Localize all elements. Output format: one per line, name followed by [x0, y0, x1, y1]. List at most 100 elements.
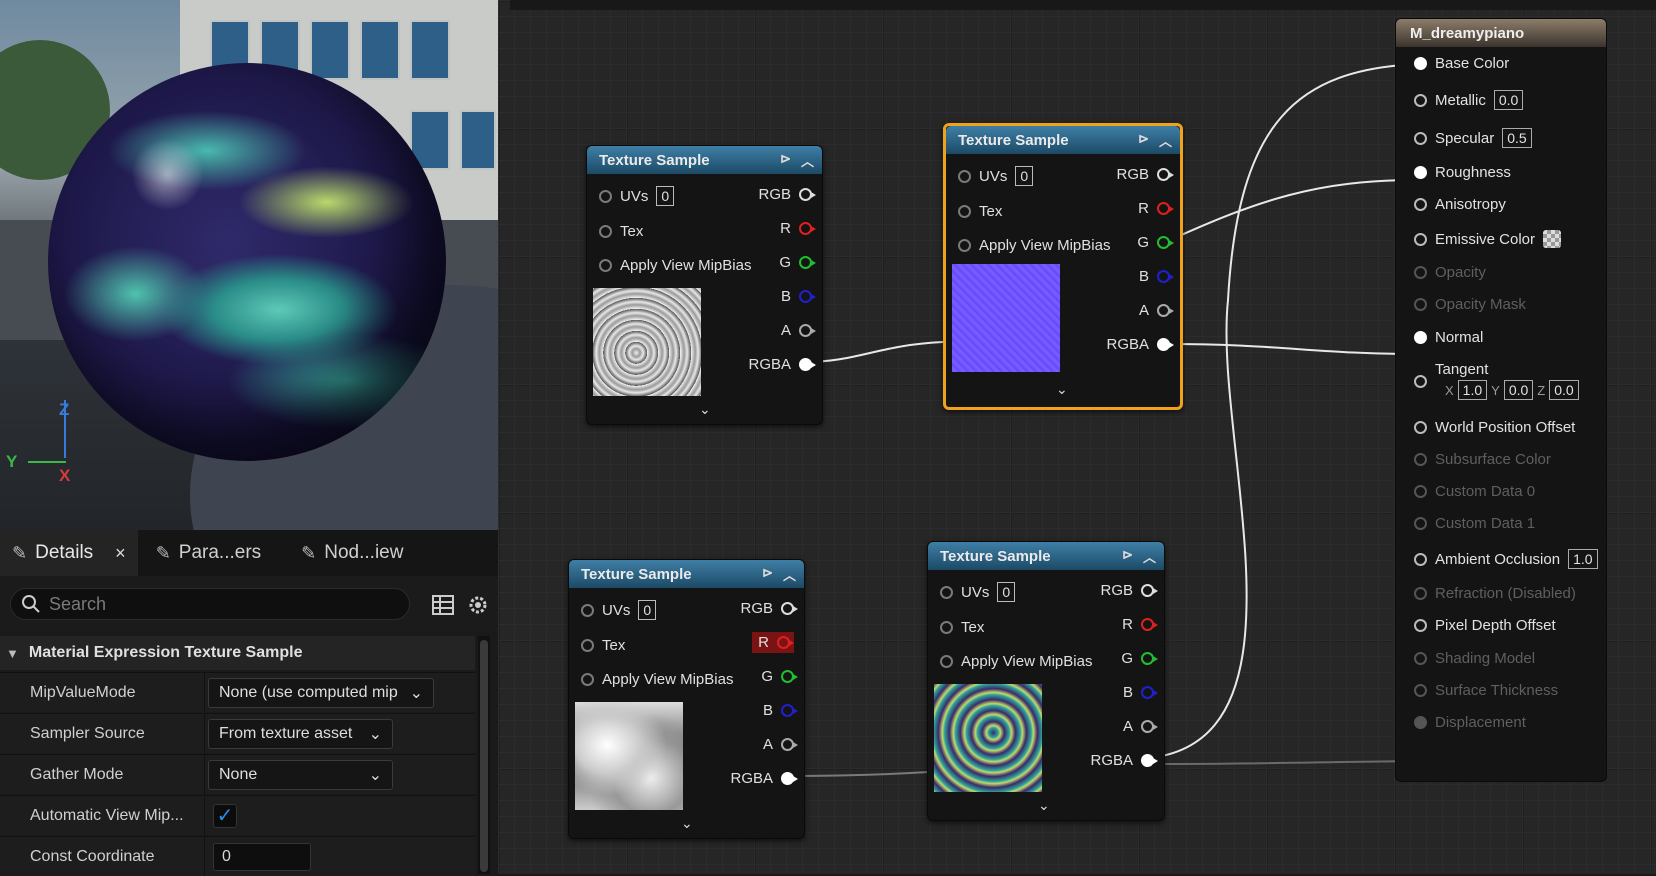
- automatic-view-mip-checkbox[interactable]: ✓: [213, 803, 237, 828]
- collapse-icon[interactable]: ︿: [1159, 131, 1172, 150]
- b-output-pin[interactable]: B: [781, 288, 816, 305]
- normal-input[interactable]: Normal: [1414, 329, 1483, 346]
- section-header[interactable]: ▼ Material Expression Texture Sample: [0, 636, 475, 670]
- node-header[interactable]: Texture Sample ⊳ ︿: [569, 560, 804, 588]
- chevron-down-icon[interactable]: ⌄: [1056, 381, 1068, 398]
- uvs-value-field[interactable]: 0: [638, 600, 657, 620]
- gear-icon[interactable]: [466, 593, 490, 617]
- r-output-pin[interactable]: R: [752, 632, 794, 653]
- uvs-value-field[interactable]: 0: [1015, 166, 1034, 186]
- texture-sample-node-2[interactable]: Texture Sample ⊳ ︿ UVs 0 Tex Apply View Mip…: [943, 123, 1183, 410]
- a-output-pin[interactable]: A: [781, 322, 816, 339]
- rgb-output-pin[interactable]: RGB: [758, 186, 816, 203]
- roughness-input[interactable]: Roughness: [1414, 164, 1511, 181]
- collapse-icon[interactable]: ︿: [783, 565, 796, 584]
- search-input[interactable]: Search: [10, 588, 410, 620]
- preview-toggle-icon[interactable]: ⊳: [780, 151, 791, 170]
- texture-sample-node-4[interactable]: Texture Sample ⊳ ︿ UVs 0 Tex Apply View Mip…: [927, 541, 1165, 821]
- ambient-occlusion-input[interactable]: Ambient Occlusion 1.0: [1414, 549, 1598, 569]
- preview-toggle-icon[interactable]: ⊳: [1122, 547, 1133, 566]
- g-output-pin[interactable]: G: [1121, 650, 1158, 667]
- tex-input-pin[interactable]: Tex: [581, 637, 625, 654]
- close-icon[interactable]: ×: [115, 543, 126, 564]
- g-output-pin[interactable]: G: [761, 668, 798, 685]
- details-scrollbar[interactable]: [478, 636, 490, 874]
- uvs-input-pin[interactable]: UVs 0: [940, 582, 1016, 602]
- rgba-output-pin[interactable]: RGBA: [1106, 336, 1174, 353]
- material-node-header[interactable]: M_dreamypiano: [1396, 19, 1606, 47]
- tex-input-pin[interactable]: Tex: [940, 619, 984, 636]
- r-output-pin[interactable]: R: [1138, 200, 1174, 217]
- mip-value-mode-dropdown[interactable]: None (use computed mip ⌄: [208, 677, 434, 708]
- a-output-pin[interactable]: A: [1139, 302, 1174, 319]
- node-header[interactable]: Texture Sample ⊳ ︿: [928, 542, 1164, 570]
- mipbias-input-pin[interactable]: Apply View MipBias: [599, 257, 751, 274]
- rgba-output-pin[interactable]: RGBA: [730, 770, 798, 787]
- tex-input-pin[interactable]: Tex: [958, 203, 1002, 220]
- r-output-pin[interactable]: R: [780, 220, 816, 237]
- texture-sample-node-1[interactable]: Texture Sample ⊳ ︿ UVs 0 Tex Apply View Mip…: [586, 145, 823, 425]
- rgba-output-pin[interactable]: RGBA: [748, 356, 816, 373]
- color-swatch-icon[interactable]: [1543, 230, 1562, 248]
- mipbias-input-pin[interactable]: Apply View MipBias: [940, 653, 1092, 670]
- material-preview-viewport[interactable]: Z Y X: [0, 0, 498, 530]
- specular-value-field[interactable]: 0.5: [1502, 128, 1532, 148]
- tab-node-preview[interactable]: ✎ Nod...iew: [289, 530, 415, 576]
- node-header[interactable]: Texture Sample ⊳ ︿: [946, 126, 1180, 154]
- ao-value-field[interactable]: 1.0: [1568, 549, 1598, 569]
- a-output-pin[interactable]: A: [1123, 718, 1158, 735]
- const-coordinate-field[interactable]: 0: [213, 842, 311, 871]
- tex-input-pin[interactable]: Tex: [599, 223, 643, 240]
- tangent-y-field[interactable]: 0.0: [1503, 380, 1534, 400]
- tangent-input[interactable]: Tangent X 1.0 Y 0.0 Z 0.0: [1414, 361, 1579, 400]
- gather-mode-dropdown[interactable]: None ⌄: [208, 759, 393, 790]
- a-output-pin[interactable]: A: [763, 736, 798, 753]
- rgba-output-pin[interactable]: RGBA: [1090, 752, 1158, 769]
- tangent-z-field[interactable]: 0.0: [1549, 380, 1579, 400]
- uvs-input-pin[interactable]: UVs 0: [581, 600, 657, 620]
- preview-toggle-icon[interactable]: ⊳: [1138, 131, 1149, 150]
- metallic-value-field[interactable]: 0.0: [1493, 90, 1524, 110]
- preview-toggle-icon[interactable]: ⊳: [762, 565, 773, 584]
- table-view-icon[interactable]: [432, 594, 454, 616]
- tangent-x-field[interactable]: 1.0: [1457, 380, 1488, 400]
- chevron-down-icon[interactable]: ⌄: [699, 401, 711, 418]
- g-output-pin[interactable]: G: [779, 254, 816, 271]
- uvs-input-pin[interactable]: UVs 0: [958, 166, 1034, 186]
- pin-label: R: [1122, 616, 1133, 633]
- g-output-pin[interactable]: G: [1137, 234, 1174, 251]
- texture-sample-node-3[interactable]: Texture Sample ⊳ ︿ UVs 0 Tex Apply View Mip…: [568, 559, 805, 839]
- b-output-pin[interactable]: B: [763, 702, 798, 719]
- material-graph-canvas[interactable]: Texture Sample ⊳ ︿ UVs 0 Tex Apply View Mip…: [498, 0, 1656, 874]
- world-position-offset-input[interactable]: World Position Offset: [1414, 419, 1575, 436]
- custom-data-0-input: Custom Data 0: [1414, 483, 1535, 500]
- chevron-down-icon[interactable]: ⌄: [1038, 797, 1050, 814]
- tab-details[interactable]: ✎ Details ×: [0, 530, 138, 576]
- pixel-depth-offset-input[interactable]: Pixel Depth Offset: [1414, 617, 1556, 634]
- rgb-output-pin[interactable]: RGB: [740, 600, 798, 617]
- chevron-down-icon[interactable]: ⌄: [681, 815, 693, 832]
- mipbias-input-pin[interactable]: Apply View MipBias: [958, 237, 1110, 254]
- r-output-pin[interactable]: R: [1122, 616, 1158, 633]
- metallic-input[interactable]: Metallic 0.0: [1414, 90, 1524, 110]
- b-output-pin[interactable]: B: [1123, 684, 1158, 701]
- material-result-node[interactable]: M_dreamypiano Base Color Metallic 0.0 Spe…: [1395, 18, 1607, 782]
- rgb-output-pin[interactable]: RGB: [1116, 166, 1174, 183]
- anisotropy-input[interactable]: Anisotropy: [1414, 196, 1506, 213]
- specular-input[interactable]: Specular 0.5: [1414, 128, 1532, 148]
- rgb-output-pin[interactable]: RGB: [1100, 582, 1158, 599]
- node-header[interactable]: Texture Sample ⊳ ︿: [587, 146, 822, 174]
- tab-parameters[interactable]: ✎ Para...ers: [144, 530, 273, 576]
- uvs-input-pin[interactable]: UVs 0: [599, 186, 675, 206]
- pin-label: B: [1138, 268, 1149, 285]
- b-output-pin[interactable]: B: [1138, 268, 1174, 285]
- uvs-value-field[interactable]: 0: [656, 186, 675, 206]
- collapse-icon[interactable]: ︿: [1143, 547, 1156, 566]
- pin-label: Apply View MipBias: [961, 653, 1093, 670]
- emissive-color-input[interactable]: Emissive Color: [1414, 230, 1562, 248]
- uvs-value-field[interactable]: 0: [997, 582, 1016, 602]
- base-color-input[interactable]: Base Color: [1414, 55, 1509, 72]
- mipbias-input-pin[interactable]: Apply View MipBias: [581, 671, 733, 688]
- sampler-source-dropdown[interactable]: From texture asset ⌄: [208, 718, 393, 749]
- collapse-icon[interactable]: ︿: [801, 151, 814, 170]
